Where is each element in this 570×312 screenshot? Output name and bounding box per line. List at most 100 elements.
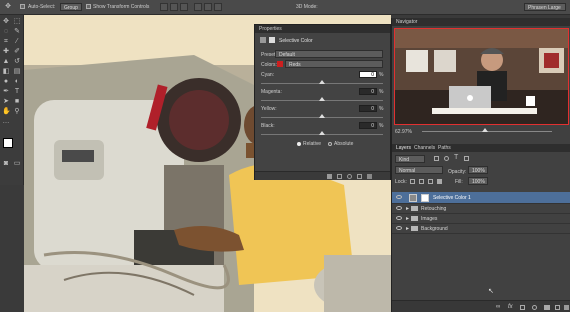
relative-radio[interactable] — [297, 142, 301, 146]
align-right-button[interactable] — [214, 3, 222, 11]
magenta-slider-knob[interactable] — [319, 97, 325, 101]
workspace-dropdown[interactable]: Phrasen Large — [524, 3, 566, 11]
blur-tool-icon[interactable]: ● — [2, 78, 10, 86]
navigator-zoom-slider[interactable] — [422, 128, 552, 132]
visibility-eye-icon[interactable] — [396, 195, 402, 199]
fill-value[interactable]: 100% — [468, 177, 488, 185]
cyan-value[interactable]: 0 — [359, 71, 377, 78]
new-adjustment-icon[interactable] — [532, 305, 537, 310]
lock-transparent-icon[interactable] — [410, 179, 415, 184]
navigator-zoom-knob[interactable] — [482, 128, 488, 132]
navigator-view-box[interactable] — [394, 28, 569, 125]
navigator-preview[interactable] — [394, 28, 569, 125]
tab-channels[interactable]: Channels — [414, 145, 435, 151]
colors-dropdown[interactable]: Reds — [285, 60, 383, 68]
link-layers-icon[interactable]: ∞ — [496, 304, 500, 310]
view-previous-icon[interactable] — [337, 174, 342, 179]
layer-row-retouching[interactable]: ▸ Retouching — [392, 204, 570, 214]
black-value[interactable]: 0 — [359, 122, 377, 129]
more-tools-icon[interactable]: … — [2, 118, 10, 126]
clip-to-layer-icon[interactable] — [327, 174, 332, 179]
history-brush-tool-icon[interactable]: ↺ — [13, 58, 21, 66]
add-mask-icon[interactable] — [520, 305, 525, 310]
black-slider[interactable] — [261, 131, 383, 135]
align-middle-button[interactable] — [170, 3, 178, 11]
navigator-zoom[interactable]: 62.97% — [395, 129, 412, 135]
magenta-label: Magenta: — [261, 89, 282, 95]
align-bottom-button[interactable] — [180, 3, 188, 11]
yellow-slider-knob[interactable] — [319, 114, 325, 118]
folder-icon — [411, 216, 418, 221]
folder-icon — [411, 206, 418, 211]
layer-filter-dropdown[interactable]: Kind — [395, 155, 425, 163]
gradient-tool-icon[interactable]: ▤ — [13, 68, 21, 76]
align-left-button[interactable] — [194, 3, 202, 11]
lock-position-icon[interactable] — [428, 179, 433, 184]
magenta-slider[interactable] — [261, 97, 383, 101]
layer-style-icon[interactable]: fx — [508, 304, 513, 310]
healing-tool-icon[interactable]: ✚ — [2, 48, 10, 56]
path-select-tool-icon[interactable]: ➤ — [2, 98, 10, 106]
mask-icon[interactable] — [269, 37, 275, 43]
filter-pixel-icon[interactable] — [434, 156, 439, 161]
crop-tool-icon[interactable]: ⌗ — [2, 38, 10, 46]
quick-select-tool-icon[interactable]: ✎ — [13, 28, 21, 36]
opacity-value[interactable]: 100% — [468, 166, 488, 174]
colors-label: Colors: — [261, 62, 277, 68]
yellow-slider[interactable] — [261, 114, 383, 118]
pen-tool-icon[interactable]: ✒ — [2, 88, 10, 96]
visibility-icon[interactable] — [357, 174, 362, 179]
layer-mask-thumbnail[interactable] — [421, 194, 429, 202]
visibility-eye-icon[interactable] — [396, 206, 402, 210]
reset-icon[interactable] — [347, 174, 352, 179]
screen-mode-icon[interactable]: ▭ — [13, 160, 21, 168]
tab-layers[interactable]: Layers — [396, 145, 411, 151]
preset-dropdown[interactable]: Default — [275, 50, 383, 58]
tab-paths[interactable]: Paths — [438, 145, 451, 151]
layer-row-images[interactable]: ▸ Images — [392, 214, 570, 224]
zoom-tool-icon[interactable]: ⚲ — [13, 108, 21, 116]
chevron-right-icon[interactable]: ▸ — [406, 225, 409, 232]
cyan-slider[interactable] — [261, 80, 383, 84]
filter-type-icon[interactable]: T — [454, 154, 458, 161]
dodge-tool-icon[interactable]: ◐ — [13, 78, 21, 86]
eraser-tool-icon[interactable]: ◧ — [2, 68, 10, 76]
filter-adjustment-icon[interactable] — [444, 156, 449, 161]
align-top-button[interactable] — [160, 3, 168, 11]
layer-row-background[interactable]: ▸ Background — [392, 224, 570, 234]
lasso-tool-icon[interactable]: ◌ — [2, 28, 10, 36]
absolute-radio[interactable] — [328, 142, 332, 146]
move-tool-icon[interactable]: ✥ — [4, 3, 12, 11]
auto-select-checkbox[interactable] — [20, 4, 25, 9]
visibility-eye-icon[interactable] — [396, 216, 402, 220]
transform-controls-checkbox[interactable] — [86, 4, 91, 9]
blend-mode-dropdown[interactable]: Normal — [395, 166, 443, 174]
clone-stamp-tool-icon[interactable]: ▲ — [2, 58, 10, 66]
cyan-slider-knob[interactable] — [319, 80, 325, 84]
yellow-value[interactable]: 0 — [359, 105, 377, 112]
shape-tool-icon[interactable]: ■ — [13, 98, 21, 106]
filter-shape-icon[interactable] — [464, 156, 469, 161]
lock-pixels-icon[interactable] — [419, 179, 424, 184]
new-layer-icon[interactable] — [555, 305, 560, 310]
chevron-right-icon[interactable]: ▸ — [406, 205, 409, 212]
new-group-icon[interactable] — [544, 305, 550, 310]
black-slider-knob[interactable] — [319, 131, 325, 135]
trash-icon[interactable] — [564, 305, 569, 310]
type-tool-icon[interactable]: T — [13, 88, 21, 96]
hand-tool-icon[interactable]: ✋ — [2, 108, 11, 116]
magenta-value[interactable]: 0 — [359, 88, 377, 95]
layer-row-selective-color[interactable]: Selective Color 1 — [392, 192, 570, 204]
brush-tool-icon[interactable]: ✐ — [13, 48, 21, 56]
move-tool-icon[interactable]: ✥ — [2, 18, 10, 26]
foreground-color-swatch[interactable] — [3, 138, 13, 148]
lock-all-icon[interactable] — [437, 179, 442, 184]
align-center-button[interactable] — [204, 3, 212, 11]
marquee-tool-icon[interactable]: ⬚ — [13, 18, 21, 26]
chevron-right-icon[interactable]: ▸ — [406, 215, 409, 222]
quick-mask-icon[interactable]: ◙ — [2, 160, 10, 168]
visibility-eye-icon[interactable] — [396, 226, 402, 230]
delete-adjustment-icon[interactable] — [367, 174, 372, 179]
auto-select-dropdown[interactable]: Group — [60, 3, 82, 11]
eyedropper-tool-icon[interactable]: ⁄ — [13, 38, 21, 46]
